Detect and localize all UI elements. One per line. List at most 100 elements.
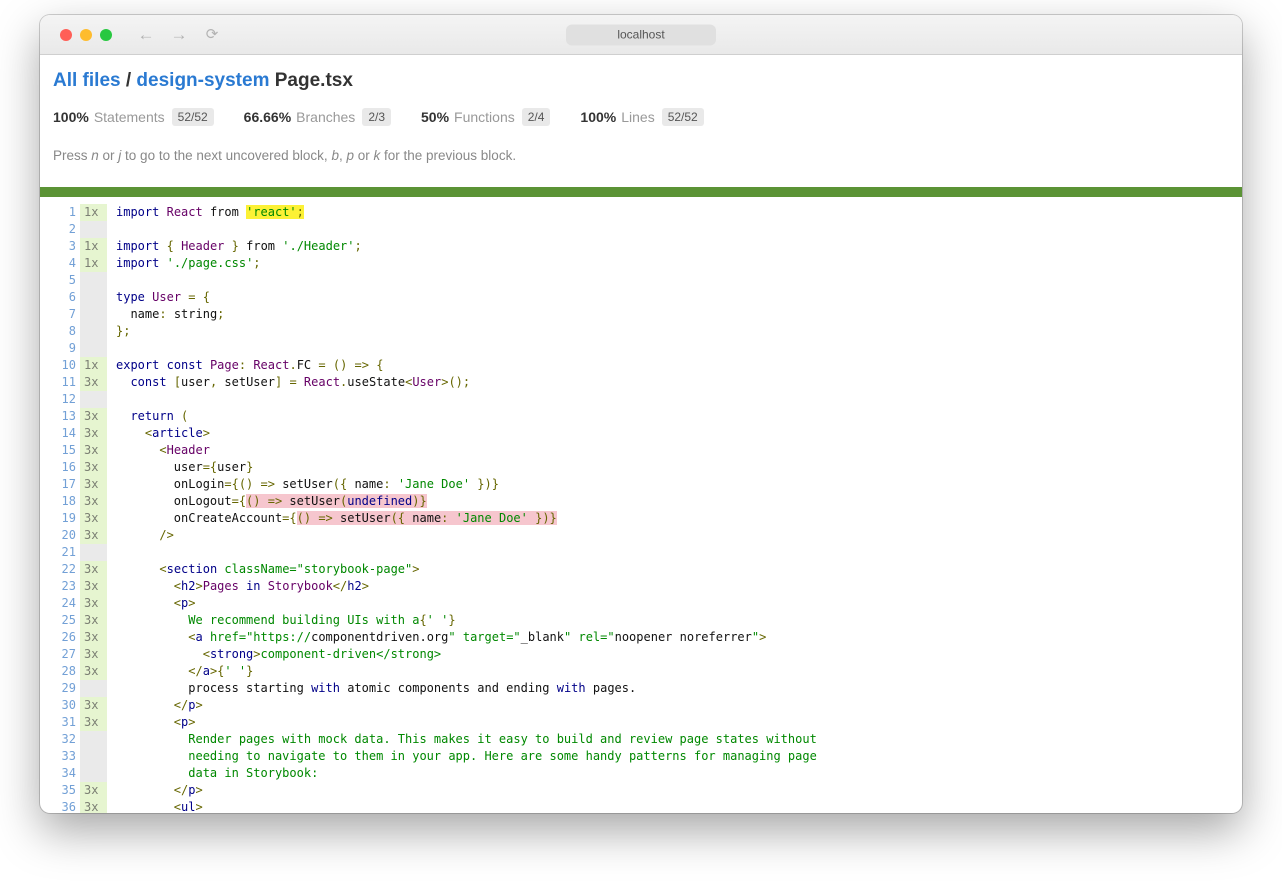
metric-percentage: 50% <box>421 109 449 125</box>
execution-count <box>80 748 107 765</box>
line-number[interactable]: 9 <box>40 340 76 357</box>
code-line: 34 data in Storybook: <box>40 765 1242 782</box>
line-number[interactable]: 36 <box>40 799 76 813</box>
breadcrumb-link[interactable]: All files <box>53 70 121 91</box>
line-number[interactable]: 18 <box>40 493 76 510</box>
minimize-button[interactable] <box>80 29 92 41</box>
forward-icon[interactable]: → <box>169 26 189 43</box>
code-line: 223x <section className="storybook-page"… <box>40 561 1242 578</box>
line-number[interactable]: 33 <box>40 748 76 765</box>
code-text: return ( <box>107 408 188 425</box>
line-number[interactable]: 26 <box>40 629 76 646</box>
line-number[interactable]: 28 <box>40 663 76 680</box>
line-number[interactable]: 6 <box>40 289 76 306</box>
code-line: 283x </a>{' '} <box>40 663 1242 680</box>
code-line: 163x user={user} <box>40 459 1242 476</box>
line-number[interactable]: 31 <box>40 714 76 731</box>
line-number[interactable]: 1 <box>40 204 76 221</box>
line-number[interactable]: 20 <box>40 527 76 544</box>
nav-controls: ← → ⟳ <box>136 26 222 43</box>
line-number[interactable]: 3 <box>40 238 76 255</box>
coverage-report-header: All files / design-system Page.tsx 100%S… <box>40 55 1242 163</box>
line-number[interactable]: 5 <box>40 272 76 289</box>
execution-count <box>80 544 107 561</box>
code-line: 29 process starting with atomic componen… <box>40 680 1242 697</box>
line-number[interactable]: 24 <box>40 595 76 612</box>
back-icon[interactable]: ← <box>136 26 156 43</box>
line-number[interactable]: 23 <box>40 578 76 595</box>
line-number[interactable]: 14 <box>40 425 76 442</box>
line-number[interactable]: 25 <box>40 612 76 629</box>
execution-count: 1x <box>80 204 107 221</box>
line-number[interactable]: 15 <box>40 442 76 459</box>
line-number[interactable]: 2 <box>40 221 76 238</box>
code-line: 33 needing to navigate to them in your a… <box>40 748 1242 765</box>
zoom-button[interactable] <box>100 29 112 41</box>
code-line: 353x </p> <box>40 782 1242 799</box>
line-number[interactable]: 21 <box>40 544 76 561</box>
line-number[interactable]: 10 <box>40 357 76 374</box>
line-number[interactable]: 7 <box>40 306 76 323</box>
code-text: <strong>component-driven</strong> <box>107 646 441 663</box>
execution-count: 3x <box>80 714 107 731</box>
execution-count <box>80 731 107 748</box>
line-number[interactable]: 16 <box>40 459 76 476</box>
metric: 100%Statements52/52 <box>53 108 214 126</box>
line-number[interactable]: 12 <box>40 391 76 408</box>
code-line: 31ximport { Header } from './Header'; <box>40 238 1242 255</box>
line-number[interactable]: 4 <box>40 255 76 272</box>
code-line: 273x <strong>component-driven</strong> <box>40 646 1242 663</box>
metric-fraction-badge: 52/52 <box>662 108 704 126</box>
code-text: export const Page: React.FC = () => { <box>107 357 383 374</box>
line-number[interactable]: 19 <box>40 510 76 527</box>
hint-key: n <box>91 148 99 163</box>
code-line: 11ximport React from 'react'; <box>40 204 1242 221</box>
line-number[interactable]: 13 <box>40 408 76 425</box>
code-text: onLogout={() => setUser(undefined)} <box>107 493 427 510</box>
breadcrumb-link[interactable]: design-system <box>136 70 269 91</box>
execution-count <box>80 272 107 289</box>
code-line: 203x /> <box>40 527 1242 544</box>
code-text: }; <box>107 323 130 340</box>
execution-count <box>80 323 107 340</box>
execution-count: 3x <box>80 595 107 612</box>
line-number[interactable]: 32 <box>40 731 76 748</box>
breadcrumb-separator: / <box>121 70 137 91</box>
metric-label: Lines <box>621 109 654 125</box>
execution-count: 3x <box>80 561 107 578</box>
execution-count: 1x <box>80 357 107 374</box>
code-text: needing to navigate to them in your app.… <box>107 748 817 765</box>
code-line: 7 name: string; <box>40 306 1242 323</box>
code-line: 313x <p> <box>40 714 1242 731</box>
execution-count: 3x <box>80 459 107 476</box>
execution-count: 3x <box>80 646 107 663</box>
execution-count: 3x <box>80 697 107 714</box>
metric-percentage: 66.66% <box>244 109 291 125</box>
line-number[interactable]: 29 <box>40 680 76 697</box>
address-bar[interactable]: localhost <box>566 24 716 45</box>
reload-icon[interactable]: ⟳ <box>202 27 222 42</box>
code-text <box>107 221 116 238</box>
line-number[interactable]: 30 <box>40 697 76 714</box>
execution-count: 3x <box>80 799 107 813</box>
execution-count <box>80 289 107 306</box>
line-number[interactable]: 11 <box>40 374 76 391</box>
code-line: 143x <article> <box>40 425 1242 442</box>
line-number[interactable]: 8 <box>40 323 76 340</box>
close-button[interactable] <box>60 29 72 41</box>
execution-count: 3x <box>80 476 107 493</box>
line-number[interactable]: 34 <box>40 765 76 782</box>
execution-count: 3x <box>80 374 107 391</box>
code-text <box>107 272 116 289</box>
line-number[interactable]: 22 <box>40 561 76 578</box>
code-line: 153x <Header <box>40 442 1242 459</box>
execution-count: 3x <box>80 527 107 544</box>
code-text: /> <box>107 527 174 544</box>
execution-count <box>80 680 107 697</box>
breadcrumb: All files / design-system Page.tsx <box>53 71 1229 92</box>
code-text: <ul> <box>107 799 203 813</box>
execution-count <box>80 340 107 357</box>
line-number[interactable]: 35 <box>40 782 76 799</box>
line-number[interactable]: 27 <box>40 646 76 663</box>
line-number[interactable]: 17 <box>40 476 76 493</box>
